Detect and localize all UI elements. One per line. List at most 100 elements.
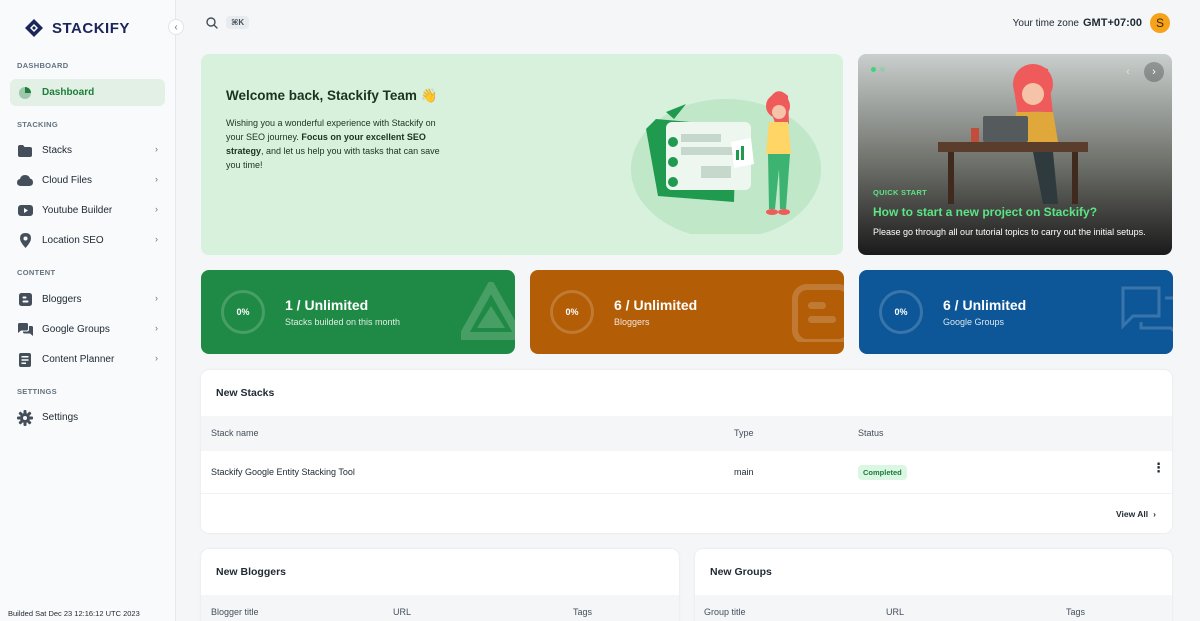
search-icon	[206, 16, 218, 29]
quick-start-card[interactable]: ‹ › QUICK START How to start a new proje…	[858, 54, 1172, 255]
chevron-right-icon: ›	[155, 353, 158, 363]
table-header: Stack name Type Status	[201, 416, 1172, 451]
sidebar-item-content-planner[interactable]: Content Planner ›	[10, 346, 165, 373]
sidebar-collapse-button[interactable]: ‹	[168, 19, 184, 35]
sidebar-item-stacks[interactable]: Stacks ›	[10, 137, 165, 164]
stat-card-google-groups: 0% 6 / Unlimited Google Groups	[859, 270, 1173, 354]
sidebar-item-label: Stacks	[42, 145, 73, 156]
chevron-right-icon: ›	[155, 234, 158, 244]
stat-value: 6 / Unlimited	[614, 297, 698, 313]
column-header[interactable]: Blogger title	[211, 607, 259, 617]
stack-type: main	[734, 467, 754, 477]
groups-icon	[17, 322, 33, 338]
column-header[interactable]: Status	[858, 428, 884, 438]
sidebar-item-dashboard[interactable]: Dashboard	[10, 79, 165, 106]
carousel-next-button[interactable]: ›	[1144, 62, 1164, 82]
section-label-content: CONTENT	[17, 268, 56, 277]
sidebar-item-label: Cloud Files	[42, 175, 93, 186]
sidebar-item-google-groups[interactable]: Google Groups ›	[10, 316, 165, 343]
blogger-decor-icon	[792, 284, 844, 342]
table-row[interactable]: Stackify Google Entity Stacking Tool mai…	[201, 451, 1172, 494]
brand-logo[interactable]: STACKIFY	[24, 18, 130, 38]
column-header[interactable]: URL	[886, 607, 904, 617]
quick-start-title[interactable]: How to start a new project on Stackify?	[873, 205, 1097, 219]
sidebar-item-location-seo[interactable]: Location SEO ›	[10, 227, 165, 254]
timezone-display: Your time zone GMT+07:00	[1013, 17, 1142, 29]
welcome-illustration	[631, 91, 821, 234]
planner-icon	[17, 352, 33, 368]
sidebar-item-settings[interactable]: Settings	[10, 404, 165, 431]
stat-label: Google Groups	[943, 317, 1005, 327]
panel-title: New Stacks	[216, 387, 275, 399]
build-info: Builded Sat Dec 23 12:16:12 UTC 2023	[8, 609, 140, 618]
view-all-link[interactable]: View All ›	[1116, 509, 1156, 519]
chevron-right-icon: ›	[155, 174, 158, 184]
stat-label: Bloggers	[614, 317, 650, 327]
timezone-value: GMT+07:00	[1083, 17, 1142, 29]
location-pin-icon	[17, 233, 33, 249]
section-label-stacking: STACKING	[17, 120, 59, 129]
column-header[interactable]: URL	[393, 607, 411, 617]
welcome-card: Welcome back, Stackify Team 👋 Wishing yo…	[201, 54, 843, 255]
stat-card-stacks: 0% 1 / Unlimited Stacks builded on this …	[201, 270, 515, 354]
sidebar-item-label: Google Groups	[42, 324, 110, 335]
stat-label: Stacks builded on this month	[285, 317, 401, 327]
column-header[interactable]: Group title	[704, 607, 746, 617]
column-header[interactable]: Tags	[573, 607, 592, 617]
panel-title: New Bloggers	[216, 566, 287, 578]
sidebar: STACKIFY DASHBOARD Dashboard STACKING St…	[0, 0, 176, 621]
chevron-left-icon: ‹	[174, 21, 178, 33]
new-groups-panel: New Groups Group title URL Tags	[695, 549, 1172, 621]
column-header[interactable]: Stack name	[211, 428, 259, 438]
panel-title: New Groups	[710, 566, 772, 578]
quick-start-tag: QUICK START	[873, 188, 927, 197]
sidebar-item-label: Youtube Builder	[42, 205, 113, 216]
status-badge: Completed	[858, 465, 907, 480]
column-header[interactable]: Type	[734, 428, 754, 438]
new-stacks-panel: New Stacks Stack name Type Status Stacki…	[201, 370, 1172, 533]
avatar[interactable]: S	[1150, 13, 1170, 33]
folder-icon	[17, 143, 33, 159]
timezone-label: Your time zone	[1012, 18, 1079, 29]
sidebar-item-label: Settings	[42, 412, 79, 423]
sidebar-item-label: Bloggers	[42, 294, 82, 305]
search-shortcut: ⌘K	[226, 16, 250, 29]
groups-decor-icon	[1121, 286, 1173, 333]
progress-ring: 0%	[879, 290, 923, 334]
brand-name: STACKIFY	[52, 19, 130, 37]
youtube-icon	[17, 203, 33, 219]
stackify-logo-icon	[25, 19, 43, 37]
chevron-right-icon: ›	[155, 144, 158, 154]
blogger-icon	[17, 292, 33, 308]
chevron-right-icon: ›	[155, 293, 158, 303]
sidebar-item-label: Location SEO	[42, 235, 104, 246]
stack-name[interactable]: Stackify Google Entity Stacking Tool	[211, 467, 355, 477]
chevron-right-icon: ›	[155, 323, 158, 333]
carousel-dots[interactable]	[871, 67, 885, 72]
quick-start-description: Please go through all our tutorial topic…	[873, 227, 1146, 237]
search-trigger[interactable]: ⌘K	[206, 16, 250, 29]
more-options-icon[interactable]: ⋮	[1152, 461, 1165, 474]
stacks-decor-icon	[461, 282, 515, 340]
welcome-text: Wishing you a wonderful experience with …	[226, 118, 440, 170]
sidebar-item-label: Content Planner	[42, 354, 115, 365]
gear-icon	[17, 409, 33, 426]
sidebar-item-youtube-builder[interactable]: Youtube Builder ›	[10, 197, 165, 224]
progress-ring: 0%	[221, 290, 265, 334]
carousel-nav: ‹ ›	[1118, 62, 1164, 82]
column-header[interactable]: Tags	[1066, 607, 1085, 617]
table-header: Blogger title URL Tags	[201, 595, 679, 621]
section-label-settings: SETTINGS	[17, 387, 57, 396]
stat-value: 1 / Unlimited	[285, 297, 369, 313]
table-header: Group title URL Tags	[695, 595, 1172, 621]
new-bloggers-panel: New Bloggers Blogger title URL Tags	[201, 549, 679, 621]
welcome-title: Welcome back, Stackify Team 👋	[226, 88, 438, 103]
sidebar-item-bloggers[interactable]: Bloggers ›	[10, 286, 165, 313]
dashboard-icon	[17, 85, 33, 101]
carousel-prev-button[interactable]: ‹	[1118, 62, 1138, 82]
chevron-right-icon: ›	[1153, 509, 1156, 519]
progress-ring: 0%	[550, 290, 594, 334]
sidebar-item-cloud-files[interactable]: Cloud Files ›	[10, 167, 165, 194]
chevron-right-icon: ›	[155, 204, 158, 214]
stat-value: 6 / Unlimited	[943, 297, 1027, 313]
